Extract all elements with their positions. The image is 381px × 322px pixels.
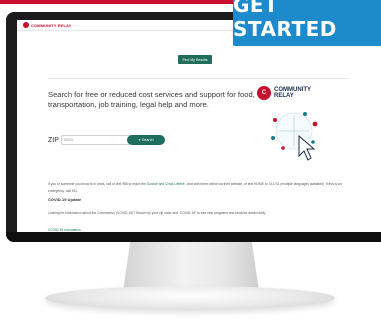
divider xyxy=(48,78,350,79)
illustration-brand: C COMMUNITY RELAY xyxy=(257,86,311,100)
covid-info-link[interactable]: COVID-19 Information xyxy=(48,228,81,232)
logo-tag: ······· xyxy=(73,23,81,27)
zip-placeholder: 85001 xyxy=(64,138,74,142)
crisis-text-before: If you or someone you know is in crisis,… xyxy=(48,182,147,186)
get-started-button[interactable]: GET STARTED xyxy=(233,0,381,46)
zip-label: ZIP xyxy=(48,137,59,144)
brand-line-2: RELAY xyxy=(274,93,294,99)
zip-input[interactable]: 85001 xyxy=(61,135,135,145)
search-button[interactable]: ⌕ Search xyxy=(127,135,165,145)
monitor-screen: COMMUNITY RELAY ······· Find My Results … xyxy=(17,20,381,232)
covid-text: Looking for information about the Corona… xyxy=(48,211,266,215)
crisis-lifeline-link[interactable]: Suicide and Crisis Lifeline xyxy=(147,182,185,186)
crisis-notice: If you or someone you know is in crisis,… xyxy=(48,181,348,195)
monitor-bezel xyxy=(6,232,381,242)
search-label: Search xyxy=(141,138,154,142)
logo-text: COMMUNITY RELAY xyxy=(31,22,72,28)
logo-mark-icon xyxy=(23,22,29,28)
illustration-brand-text: COMMUNITY RELAY xyxy=(274,87,311,99)
find-my-results-button[interactable]: Find My Results xyxy=(178,55,212,64)
search-icon: ⌕ xyxy=(138,138,141,142)
monitor-stand-base xyxy=(45,286,335,310)
page-headline: Search for free or reduced cost services… xyxy=(48,90,255,109)
site-logo[interactable]: COMMUNITY RELAY ······· xyxy=(23,22,80,28)
covid-title: COVID-19 Update xyxy=(48,197,82,202)
relay-badge-icon: C xyxy=(257,86,271,100)
